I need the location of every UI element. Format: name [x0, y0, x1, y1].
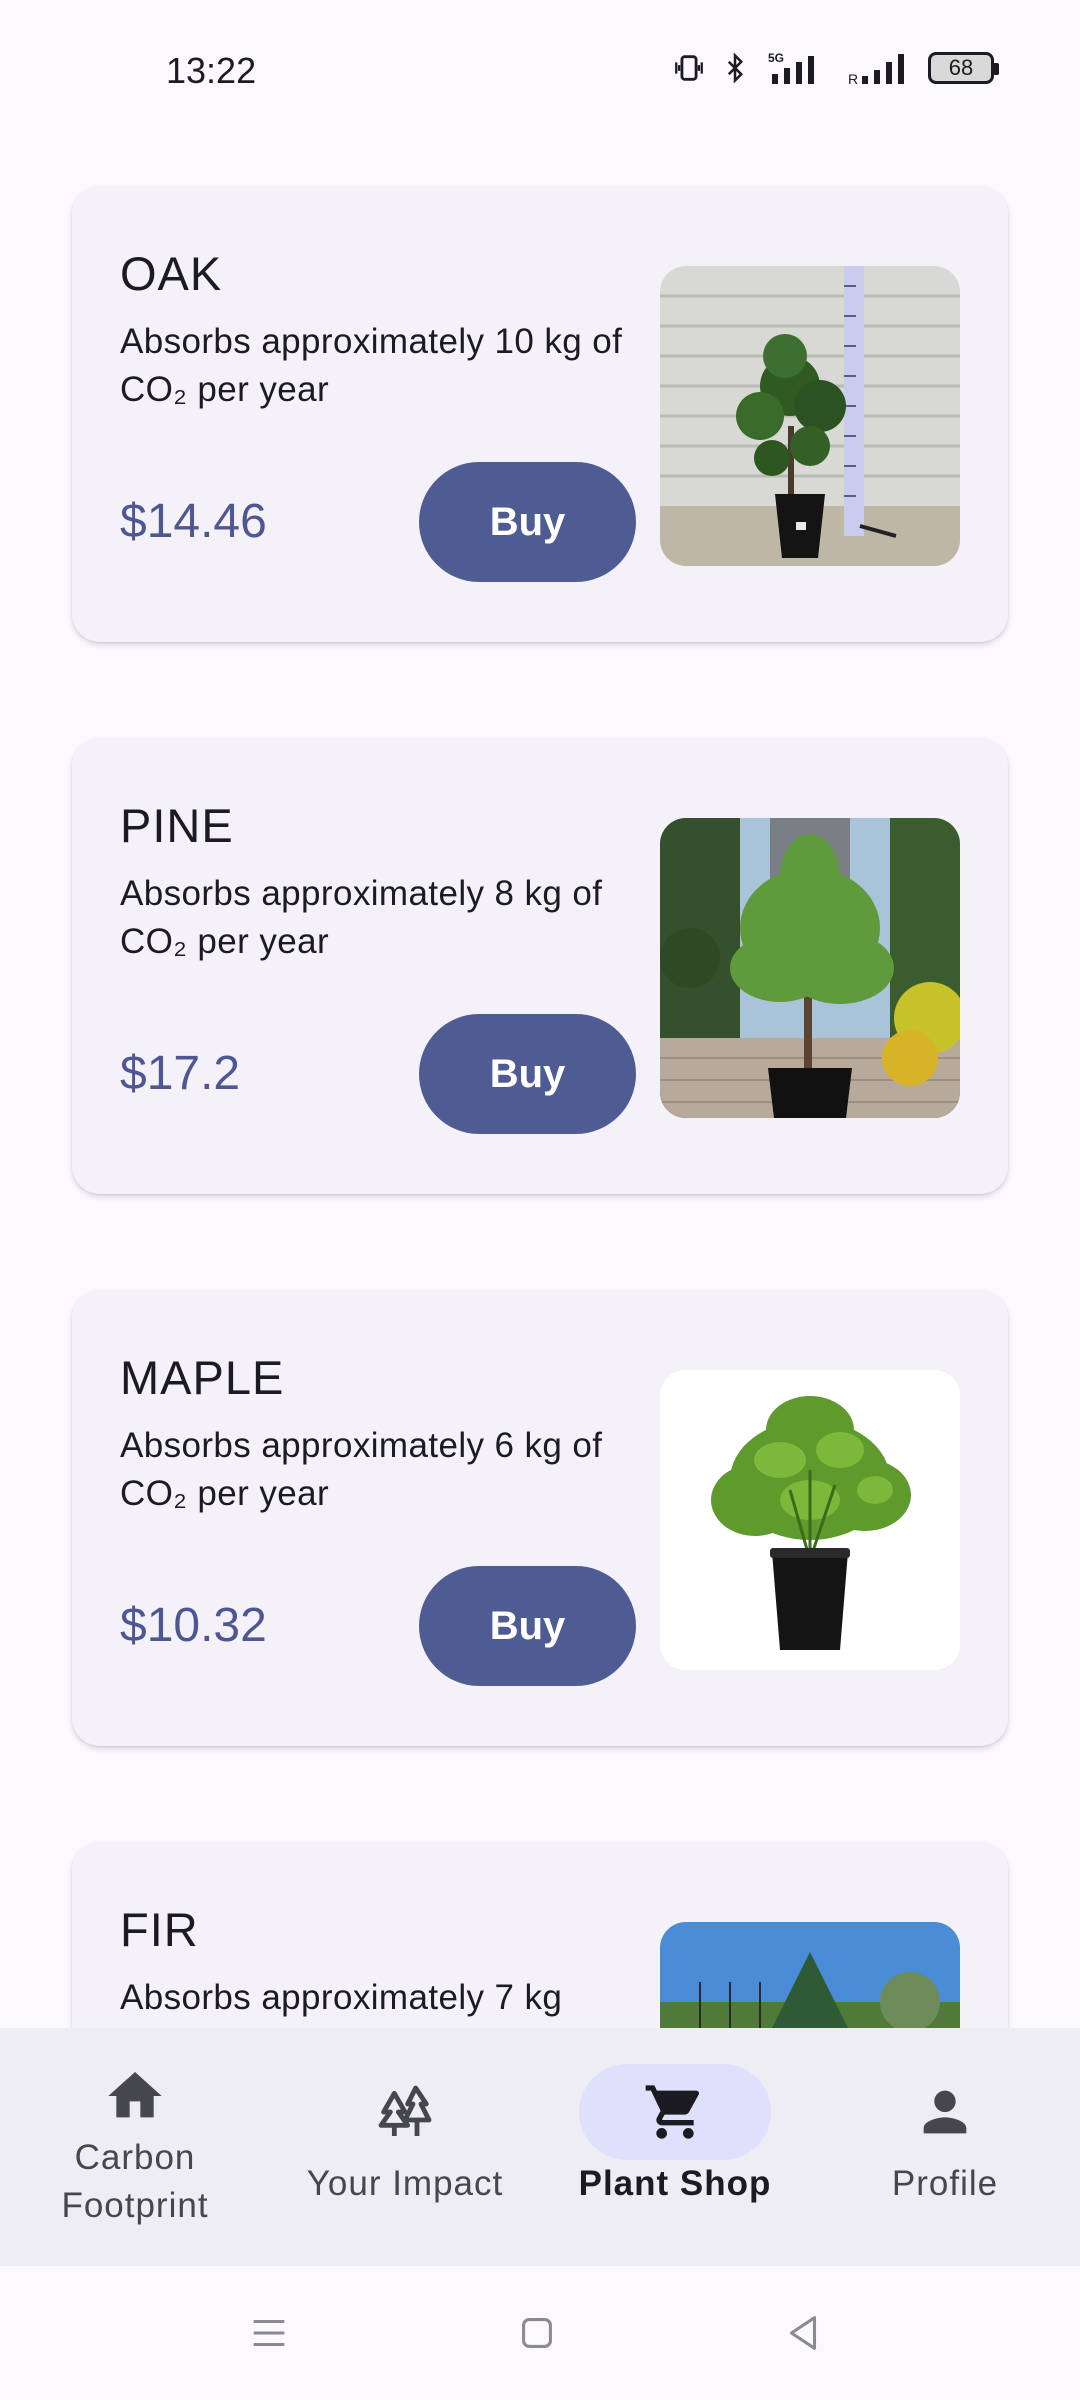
trees-icon [378, 2085, 432, 2136]
system-navigation-bar [0, 2266, 1080, 2400]
nav-item-your-impact[interactable]: Your Impact [270, 2028, 540, 2266]
bluetooth-icon [727, 52, 744, 84]
product-image [660, 818, 960, 1118]
battery-icon: 68 [928, 52, 999, 84]
nav-item-profile[interactable]: Profile [810, 2028, 1080, 2266]
product-card: MAPLE Absorbs approximately 6 kg of CO₂ … [72, 1290, 1008, 1746]
product-description: Absorbs approximately 7 kg [120, 1978, 563, 2017]
home-icon [108, 2072, 162, 2118]
home-square-icon[interactable] [514, 2310, 560, 2356]
product-price: $14.46 [120, 495, 267, 548]
buy-button[interactable]: Buy [419, 462, 636, 582]
nav-indicator [849, 2064, 1041, 2160]
maple-plant-image [660, 1370, 960, 1670]
product-price: $10.32 [120, 1599, 267, 1652]
nav-indicator [39, 2056, 231, 2136]
nav-indicator-active [579, 2064, 771, 2160]
nav-label: Your Impact [306, 2164, 504, 2203]
bottom-navigation: Carbon Footprint Your Impact Plant Shop … [0, 2028, 1080, 2266]
fir-tree-image [660, 1922, 960, 2028]
product-name: OAK [120, 247, 223, 300]
buy-button[interactable]: Buy [419, 1566, 636, 1686]
nav-label: Carbon Footprint [61, 2138, 209, 2225]
status-bar: 13:22 5G R 68 [0, 0, 1080, 140]
product-name: FIR [120, 1903, 199, 1956]
vibrate-icon [675, 55, 703, 81]
status-icons: 5G R 68 [672, 50, 999, 86]
person-icon [923, 2090, 967, 2134]
product-image [660, 1370, 960, 1670]
back-icon[interactable] [780, 2310, 826, 2356]
signal-roaming-icon: R [848, 54, 904, 86]
svg-text:R: R [848, 71, 858, 86]
svg-text:5G: 5G [768, 51, 784, 65]
status-time: 13:22 [166, 50, 257, 91]
buy-button[interactable]: Buy [419, 1014, 636, 1134]
plant-shop-list[interactable]: OAK Absorbs approximately 10 kg of CO₂ p… [0, 140, 1080, 2028]
product-name: PINE [120, 799, 234, 852]
battery-level: 68 [948, 55, 974, 80]
product-card: PINE Absorbs approximately 8 kg of CO₂ p… [72, 738, 1008, 1194]
oak-tree-image [660, 266, 960, 566]
signal-5g-icon: 5G [768, 51, 814, 84]
pine-tree-image [660, 818, 960, 1118]
product-image [660, 1922, 960, 2028]
product-description: Absorbs approximately 10 kg of CO₂ per y… [120, 322, 623, 409]
cart-icon [645, 2085, 700, 2139]
product-card: FIR Absorbs approximately 7 kg [72, 1842, 1008, 2028]
product-name: MAPLE [120, 1351, 285, 1404]
product-price: $17.2 [120, 1047, 241, 1100]
nav-indicator [309, 2064, 501, 2160]
product-description: Absorbs approximately 6 kg of CO₂ per ye… [120, 1426, 603, 1513]
product-card: OAK Absorbs approximately 10 kg of CO₂ p… [72, 186, 1008, 642]
nav-label: Plant Shop [578, 2164, 772, 2203]
nav-item-plant-shop[interactable]: Plant Shop [540, 2028, 810, 2266]
menu-icon[interactable] [246, 2310, 292, 2356]
product-image [660, 266, 960, 566]
nav-item-carbon-footprint[interactable]: Carbon Footprint [0, 2028, 270, 2266]
product-description: Absorbs approximately 8 kg of CO₂ per ye… [120, 874, 603, 961]
nav-label: Profile [891, 2164, 999, 2203]
